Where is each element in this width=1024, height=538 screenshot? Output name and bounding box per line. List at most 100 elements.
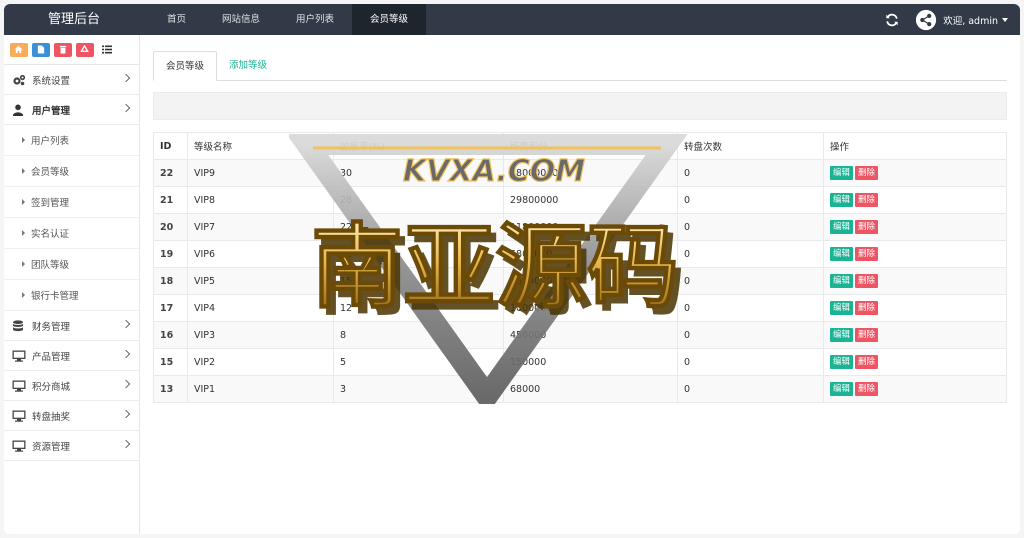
app-title[interactable]: 管理后台 <box>4 4 144 35</box>
user-welcome-label: 欢迎, admin <box>943 15 998 27</box>
table-row: 20 VIP7 22 11800000 0 编辑 删除 <box>153 213 1007 241</box>
monitor-icon <box>12 380 26 392</box>
chevron-right-icon <box>121 409 131 419</box>
delete-button[interactable]: 删除 <box>855 328 879 342</box>
sidebar-item-points-mall[interactable]: 积分商城 <box>4 371 139 401</box>
caret-right-icon <box>22 168 25 174</box>
cell-spins: 0 <box>677 375 824 403</box>
sidebar-item-lucky-wheel[interactable]: 转盘抽奖 <box>4 401 139 431</box>
shortcut-home-button[interactable] <box>9 42 28 57</box>
cell-spins: 0 <box>677 186 824 214</box>
cell-actions: 编辑 删除 <box>823 348 1007 376</box>
edit-button[interactable]: 编辑 <box>830 382 854 396</box>
sidebar-item-finance[interactable]: 财务管理 <box>4 311 139 341</box>
sidebar-item-label: 转盘抽奖 <box>32 411 71 423</box>
delete-button[interactable]: 删除 <box>855 274 879 288</box>
list-icon <box>101 45 112 54</box>
cell-id: 17 <box>153 294 188 322</box>
caret-right-icon <box>22 230 25 236</box>
edit-button[interactable]: 编辑 <box>830 247 854 261</box>
cell-id: 16 <box>153 321 188 349</box>
cell-spins: 0 <box>677 321 824 349</box>
tab-add-level[interactable]: 添加等级 <box>217 51 279 81</box>
sidebar-item-system-settings[interactable]: 系统设置 <box>4 65 139 95</box>
sidebar-item-resources[interactable]: 资源管理 <box>4 431 139 461</box>
sidebar-item-user-management[interactable]: 用户管理 <box>4 95 139 125</box>
cell-spins: 0 <box>677 213 824 241</box>
gears-icon <box>12 74 26 86</box>
cell-interest-rate: 12 <box>333 294 504 322</box>
cell-spins: 0 <box>677 294 824 322</box>
table-row: 21 VIP8 28 29800000 0 编辑 删除 <box>153 186 1007 214</box>
cell-level-name: VIP2 <box>187 348 334 376</box>
trash-icon <box>59 45 66 54</box>
shortcut-trash-button[interactable] <box>53 42 72 57</box>
sidebar-item-products[interactable]: 产品管理 <box>4 341 139 371</box>
sidebar-item-label: 系统设置 <box>32 75 71 87</box>
sidebar: 系统设置 用户管理 用户列表 会员等级 签到管理 实名认证 团队等级 银行卡管理… <box>4 35 140 534</box>
cell-interest-rate: 15 <box>333 267 504 295</box>
caret-right-icon <box>22 199 25 205</box>
table-row: 18 VIP5 15 2600000 0 编辑 删除 <box>153 267 1007 295</box>
cell-id: 13 <box>153 375 188 403</box>
cell-spins: 0 <box>677 240 824 268</box>
edit-button[interactable]: 编辑 <box>830 328 854 342</box>
cell-level-name: VIP1 <box>187 375 334 403</box>
tab-bar: 会员等级 添加等级 <box>153 51 1007 81</box>
sidebar-subitem-real-name[interactable]: 实名认证 <box>4 218 139 249</box>
cell-interest-rate: 18 <box>333 240 504 268</box>
chevron-right-icon <box>121 349 131 359</box>
shortcut-file-button[interactable] <box>31 42 50 57</box>
edit-button[interactable]: 编辑 <box>830 355 854 369</box>
cell-actions: 编辑 删除 <box>823 213 1007 241</box>
list-toggle-button[interactable] <box>98 43 116 57</box>
user-icon <box>12 104 26 116</box>
delete-button[interactable]: 删除 <box>855 166 879 180</box>
cell-required-points: 11800000 <box>503 213 678 241</box>
cell-id: 19 <box>153 240 188 268</box>
navbar-right: 欢迎, admin <box>885 4 1008 35</box>
nav-home[interactable]: 首页 <box>149 4 204 35</box>
table-row: 22 VIP9 30 68000000 0 编辑 删除 <box>153 159 1007 187</box>
caret-right-icon <box>22 261 25 267</box>
edit-button[interactable]: 编辑 <box>830 166 854 180</box>
cell-level-name: VIP8 <box>187 186 334 214</box>
edit-button[interactable]: 编辑 <box>830 193 854 207</box>
delete-button[interactable]: 删除 <box>855 301 879 315</box>
delete-button[interactable]: 删除 <box>855 355 879 369</box>
delete-button[interactable]: 删除 <box>855 220 879 234</box>
sidebar-subitem-checkin[interactable]: 签到管理 <box>4 187 139 218</box>
cell-interest-rate: 22 <box>333 213 504 241</box>
cell-id: 15 <box>153 348 188 376</box>
nav-site-info[interactable]: 网站信息 <box>204 4 278 35</box>
edit-button[interactable]: 编辑 <box>830 274 854 288</box>
nav-member-level[interactable]: 会员等级 <box>352 4 427 35</box>
recycle-icon <box>80 45 89 52</box>
shortcut-bar <box>4 35 139 65</box>
cell-actions: 编辑 删除 <box>823 240 1007 268</box>
delete-button[interactable]: 删除 <box>855 193 879 207</box>
share-network-icon[interactable] <box>915 9 937 31</box>
sidebar-subitem-team-level[interactable]: 团队等级 <box>4 249 139 280</box>
sidebar-item-label: 资源管理 <box>32 441 71 453</box>
refresh-icon[interactable] <box>885 13 899 27</box>
cell-interest-rate: 8 <box>333 321 504 349</box>
shortcut-recycle-button[interactable] <box>75 42 94 57</box>
sidebar-subitem-user-list[interactable]: 用户列表 <box>4 125 139 156</box>
user-menu[interactable]: 欢迎, admin <box>943 13 1008 27</box>
nav-user-list[interactable]: 用户列表 <box>278 4 352 35</box>
cell-id: 20 <box>153 213 188 241</box>
sidebar-subitem-bank-card[interactable]: 银行卡管理 <box>4 280 139 311</box>
delete-button[interactable]: 删除 <box>855 247 879 261</box>
table-row: 13 VIP1 3 68000 0 编辑 删除 <box>153 375 1007 403</box>
col-header-actions: 操作 <box>823 132 1007 160</box>
edit-button[interactable]: 编辑 <box>830 301 854 315</box>
tab-member-level[interactable]: 会员等级 <box>153 51 218 81</box>
table-row: 19 VIP6 18 5800000 0 编辑 删除 <box>153 240 1007 268</box>
sidebar-subitem-member-level[interactable]: 会员等级 <box>4 156 139 187</box>
delete-button[interactable]: 删除 <box>855 382 879 396</box>
edit-button[interactable]: 编辑 <box>830 220 854 234</box>
monitor-icon <box>12 440 26 452</box>
sidebar-subitem-label: 签到管理 <box>31 198 70 209</box>
home-icon <box>14 45 23 54</box>
